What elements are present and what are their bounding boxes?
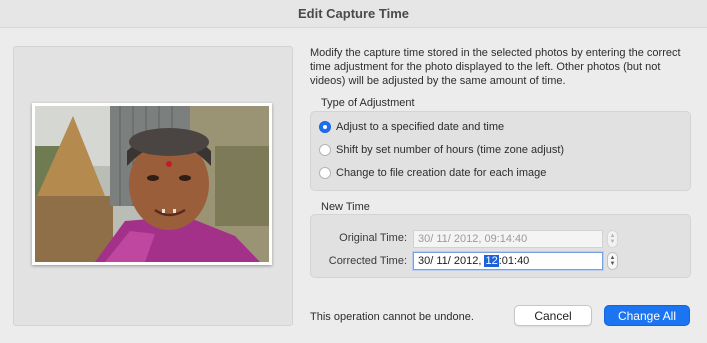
- corrected-time-stepper-icon[interactable]: ▲ ▼: [607, 252, 618, 270]
- corrected-time-segment[interactable]: :01:40: [499, 255, 530, 267]
- new-time-group: Original Time: 30/ 11/ 2012, 09:14:40 ▲ ▼…: [310, 214, 691, 278]
- photo-preview-pane: [13, 46, 293, 326]
- corrected-time-label: Corrected Time:: [328, 255, 407, 267]
- adjustment-type-group: Adjust to a specified date and time Shif…: [310, 111, 691, 191]
- corrected-date-segment[interactable]: 30/ 11/ 2012,: [418, 255, 481, 267]
- window-title: Edit Capture Time: [297, 6, 409, 21]
- original-time-stepper-icon: ▲ ▼: [607, 230, 618, 248]
- corrected-hour-segment[interactable]: 12: [484, 255, 499, 267]
- photo-frame: [32, 103, 272, 265]
- radio-label: Adjust to a specified date and time: [336, 121, 505, 133]
- radio-label: Change to file creation date for each im…: [336, 167, 547, 179]
- radio-button[interactable]: [319, 144, 331, 156]
- adjustment-type-label: Type of Adjustment: [321, 97, 415, 109]
- change-all-button[interactable]: Change All: [604, 305, 690, 326]
- radio-button[interactable]: [319, 167, 331, 179]
- undo-warning: This operation cannot be undone.: [310, 311, 474, 323]
- new-time-label: New Time: [321, 201, 370, 213]
- radio-button-checked[interactable]: [319, 121, 331, 133]
- corrected-time-field[interactable]: 30/ 11/ 2012, 12:01:40: [413, 252, 603, 270]
- original-time-label: Original Time:: [339, 232, 407, 244]
- portrait-photo: [35, 106, 269, 262]
- radio-option-specified-date[interactable]: Adjust to a specified date and time: [319, 121, 504, 133]
- cancel-button[interactable]: Cancel: [514, 305, 592, 326]
- instruction-text: Modify the capture time stored in the se…: [310, 47, 681, 87]
- radio-option-shift-hours[interactable]: Shift by set number of hours (time zone …: [319, 144, 564, 156]
- original-time-field: 30/ 11/ 2012, 09:14:40: [413, 230, 603, 248]
- radio-option-file-creation[interactable]: Change to file creation date for each im…: [319, 167, 546, 179]
- radio-label: Shift by set number of hours (time zone …: [336, 144, 565, 156]
- title-bar: Edit Capture Time: [0, 0, 707, 28]
